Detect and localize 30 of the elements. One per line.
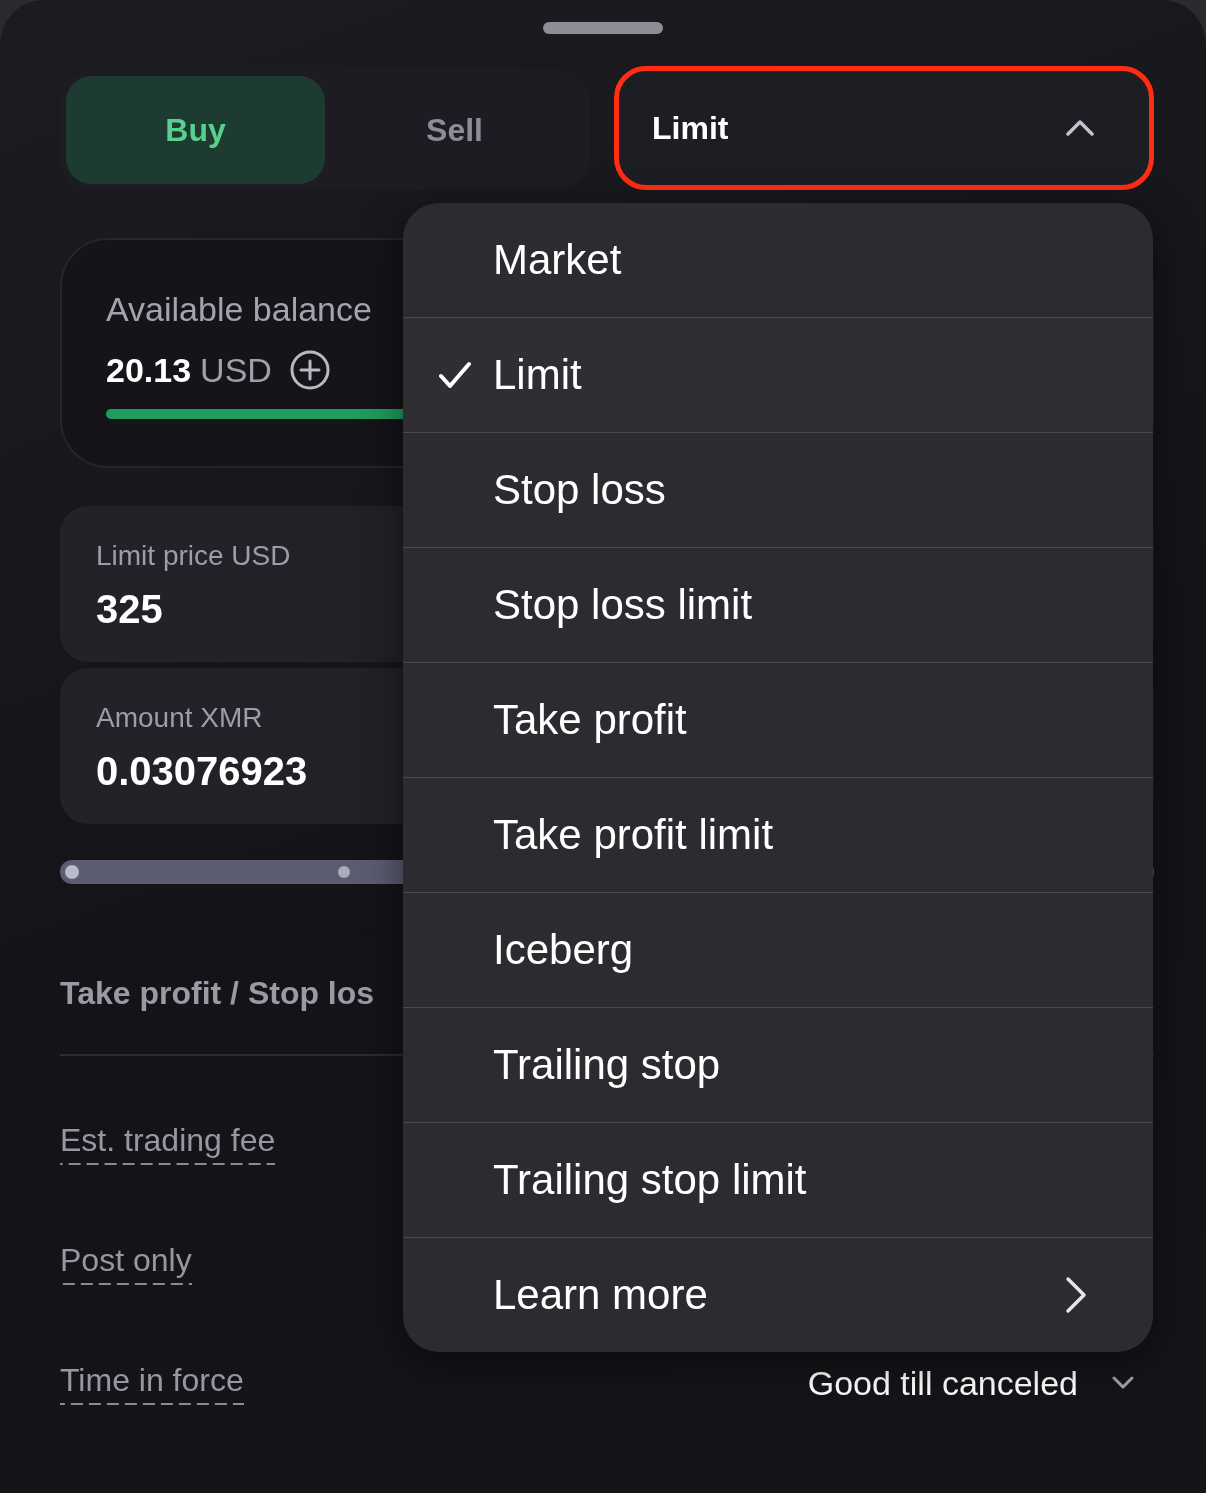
side-tab[interactable]: Buy — [66, 76, 325, 184]
chevron-right-icon — [1065, 1276, 1087, 1314]
order-type-dropdown[interactable]: Limit — [614, 66, 1154, 190]
menu-item[interactable]: Take profit limit — [403, 777, 1153, 892]
menu-item[interactable]: Iceberg — [403, 892, 1153, 1007]
chevron-up-icon — [1066, 120, 1094, 136]
slider-tick-icon — [338, 866, 350, 878]
field-value: 0.03076923 — [96, 748, 308, 794]
checkmark-icon — [439, 361, 471, 389]
side-tab[interactable]: Sell — [325, 76, 584, 184]
menu-item[interactable]: Stop loss limit — [403, 547, 1153, 662]
menu-item[interactable]: Trailing stop — [403, 1007, 1153, 1122]
chevron-down-icon — [1112, 1376, 1134, 1390]
menu-item[interactable]: Limit — [403, 317, 1153, 432]
plus-circle-icon[interactable] — [289, 350, 330, 390]
menu-item[interactable]: Market — [403, 203, 1153, 317]
menu-item[interactable]: Trailing stop limit — [403, 1122, 1153, 1237]
field-label: Limit price USD — [96, 539, 291, 573]
balance-currency: USD — [200, 350, 272, 390]
menu-item[interactable]: Take profit — [403, 662, 1153, 777]
learn-more-link[interactable]: Learn more — [403, 1237, 1153, 1352]
balance-amount: 20.13 — [106, 350, 192, 390]
menu-item[interactable]: Stop loss — [403, 432, 1153, 547]
balance-label: Available balance — [106, 289, 372, 329]
take-profit-stop-loss-label: Take profit / Stop los — [60, 974, 375, 1012]
time-in-force-select[interactable]: Good till canceled — [807, 1363, 1134, 1403]
slider-tick-icon — [65, 865, 79, 879]
drag-handle[interactable] — [543, 22, 663, 34]
field-label: Amount XMR — [96, 701, 263, 735]
field-value: 325 — [96, 586, 163, 632]
